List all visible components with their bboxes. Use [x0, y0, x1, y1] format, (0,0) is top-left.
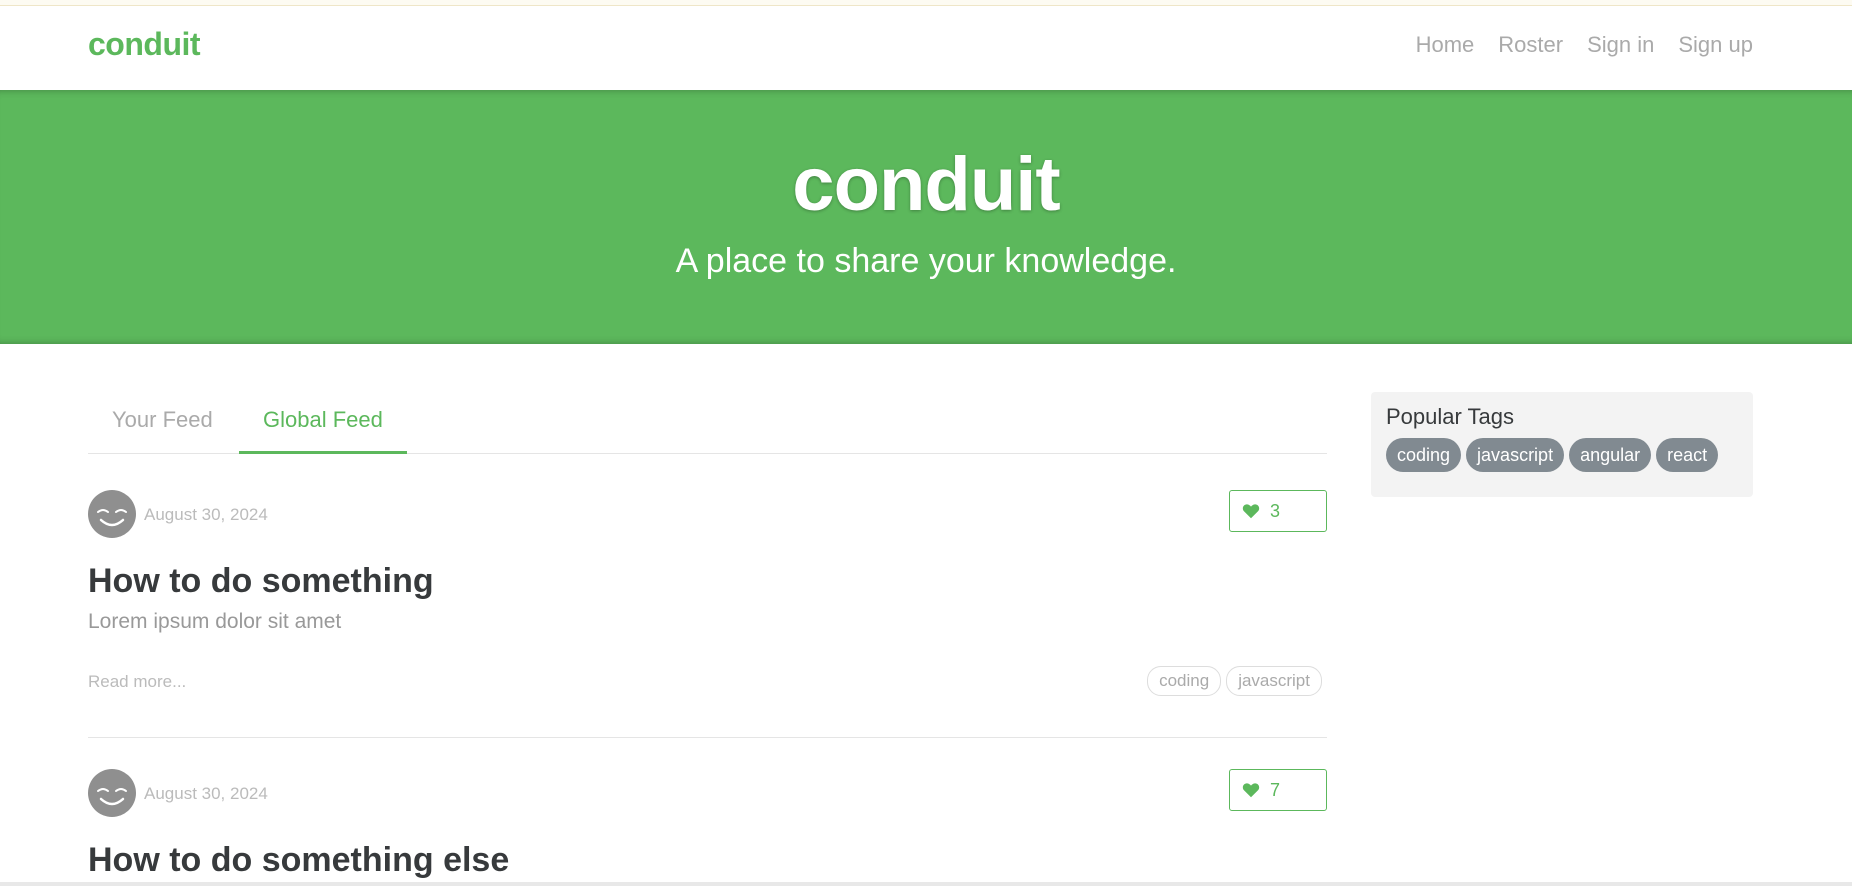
- heart-icon: [1242, 783, 1260, 798]
- article-tag[interactable]: coding: [1147, 666, 1222, 696]
- sidebar-title: Popular Tags: [1386, 404, 1515, 429]
- favorite-button[interactable]: 3: [1229, 490, 1327, 532]
- article-title[interactable]: How to do something: [88, 562, 434, 601]
- hero-banner: conduit A place to share your knowledge.: [0, 90, 1852, 344]
- popular-tag-javascript[interactable]: javascript: [1466, 438, 1565, 472]
- popular-tag-list: coding javascript angular react: [1386, 438, 1738, 472]
- feed-toggle: Your Feed Global Feed: [88, 392, 1327, 454]
- article-description[interactable]: Lorem ipsum dolor sit amet: [88, 610, 341, 634]
- nav-link-roster[interactable]: Roster: [1498, 32, 1563, 58]
- article-preview: August 30, 2024 3 How to do something Lo…: [88, 490, 1327, 738]
- tab-your-feed[interactable]: Your Feed: [88, 392, 237, 454]
- banner-title: conduit: [792, 142, 1060, 227]
- author-avatar[interactable]: [88, 769, 136, 817]
- favorite-button[interactable]: 7: [1229, 769, 1327, 811]
- popular-tag-coding[interactable]: coding: [1386, 438, 1462, 472]
- article-tag[interactable]: javascript: [1226, 666, 1322, 696]
- nav-link-home[interactable]: Home: [1416, 32, 1475, 58]
- favorite-count: 3: [1270, 500, 1281, 521]
- tab-global-feed[interactable]: Global Feed: [239, 392, 407, 454]
- article-date: August 30, 2024: [144, 505, 268, 524]
- favorite-count: 7: [1270, 779, 1281, 800]
- smiley-avatar-icon: [97, 788, 127, 806]
- popular-tag-react[interactable]: react: [1656, 438, 1719, 472]
- banner-subtitle: A place to share your knowledge.: [675, 242, 1177, 280]
- nav-link-sign-up[interactable]: Sign up: [1678, 32, 1753, 58]
- popular-tags-sidebar: Popular Tags coding javascript angular r…: [1371, 392, 1753, 497]
- navbar: conduit Home Roster Sign in Sign up: [0, 6, 1852, 90]
- popular-tag-angular[interactable]: angular: [1569, 438, 1652, 472]
- brand-logo[interactable]: conduit: [88, 26, 201, 63]
- nav-link-sign-in[interactable]: Sign in: [1587, 32, 1654, 58]
- nav-links: Home Roster Sign in Sign up: [1416, 32, 1753, 58]
- article-tag-list: coding javascript: [1147, 666, 1322, 696]
- author-avatar[interactable]: [88, 490, 136, 538]
- article-title[interactable]: How to do something else: [88, 841, 509, 880]
- article-preview: August 30, 2024 7 How to do something el…: [88, 769, 1327, 886]
- article-date: August 30, 2024: [144, 784, 268, 803]
- read-more-link[interactable]: Read more...: [88, 672, 186, 692]
- heart-icon: [1242, 504, 1260, 519]
- bottom-edge-strip: [0, 882, 1852, 886]
- main-content: Your Feed Global Feed August 30, 2024 3 …: [0, 344, 1852, 886]
- smiley-avatar-icon: [97, 509, 127, 527]
